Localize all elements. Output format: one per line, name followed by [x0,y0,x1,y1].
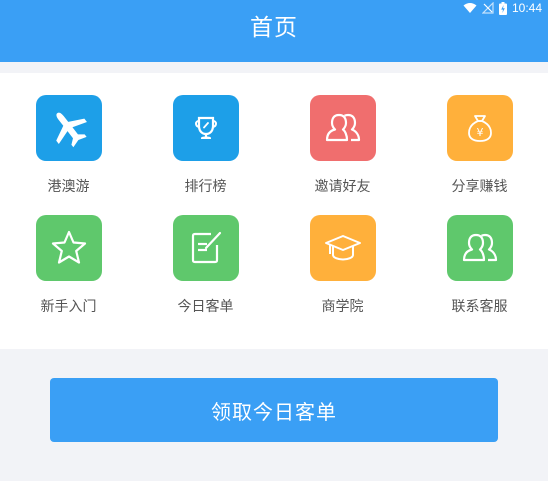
note-edit-tile [173,215,239,281]
grid-item-label: 联系客服 [451,299,508,315]
page-title: 首页 [250,15,298,41]
trophy-icon [195,116,217,139]
graduation-cap-icon [325,235,361,261]
grid-item-label: 新手入门 [40,299,97,315]
trophy-tile [173,95,239,161]
star-icon [51,230,87,264]
svg-text:¥: ¥ [477,126,484,139]
service-person-tile [447,215,513,281]
grid-item-hk-macau-tour[interactable]: 港澳游 [0,73,137,195]
grid-item-today-orders[interactable]: 今日客单 [137,193,274,315]
star-tile [36,215,102,281]
friends-tile [310,95,376,161]
airplane-icon [56,112,87,148]
graduation-cap-tile [310,215,376,281]
grid-item-business-school[interactable]: 商学院 [274,193,411,315]
grid-item-leaderboard[interactable]: 排行榜 [137,73,274,195]
friends-icon [325,113,361,142]
grid-item-label: 商学院 [321,299,364,315]
grid-item-beginner-guide[interactable]: 新手入门 [0,193,137,315]
grid-item-share-earn[interactable]: ¥ 分享赚钱 [411,73,548,195]
app-header: 10:44 首页 [0,0,548,62]
feature-grid: 港澳游 排行榜 邀请好友 ¥ 分享赚钱 新手入门 今日客单 商学院 联系客服 [0,73,548,349]
money-bag-icon: ¥ [468,115,492,142]
claim-today-orders-button[interactable]: 领取今日客单 [50,378,498,442]
service-person-icon [462,233,498,262]
money-bag-tile: ¥ [447,95,513,161]
grid-item-contact-service[interactable]: 联系客服 [411,193,548,315]
airplane-tile [36,95,102,161]
note-edit-icon [191,231,222,264]
grid-item-invite-friends[interactable]: 邀请好友 [274,73,411,195]
grid-item-label: 今日客单 [177,299,234,315]
